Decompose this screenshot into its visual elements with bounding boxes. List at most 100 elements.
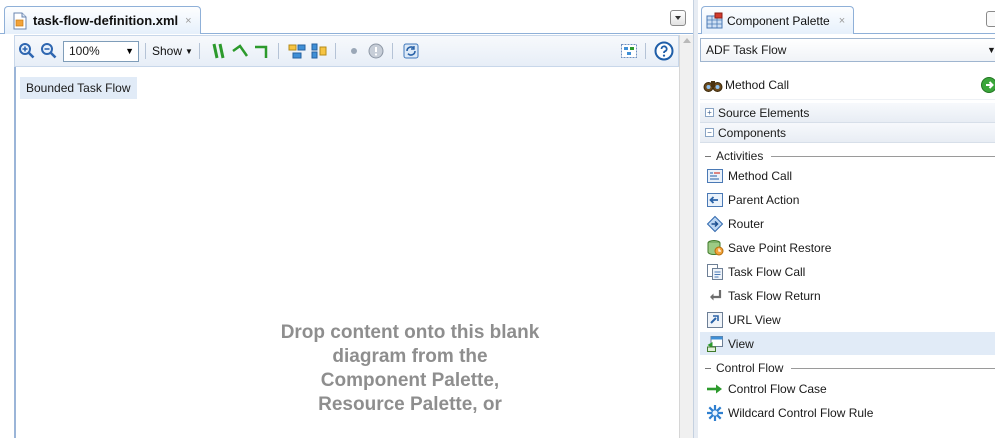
palette-item-task-flow-call[interactable]: Task Flow Call <box>700 260 995 283</box>
zoom-in-button[interactable] <box>17 41 37 61</box>
layout-vertical-button[interactable] <box>208 41 228 61</box>
layout-horizontal-button[interactable] <box>230 41 250 61</box>
url-view-icon <box>707 311 723 328</box>
item-label: Save Point Restore <box>728 240 832 255</box>
drop-hint-line: diagram from the <box>332 346 488 367</box>
toggle-breakpoint-button[interactable] <box>344 41 364 61</box>
section-components[interactable]: − Components <box>700 123 995 143</box>
task-flow-return-icon <box>710 289 722 300</box>
chevron-down-icon: ▼ <box>125 46 134 56</box>
group-dash <box>705 155 711 157</box>
section-source-elements[interactable]: + Source Elements <box>700 103 995 123</box>
scroll-up-icon[interactable] <box>683 38 691 43</box>
wildcard-control-flow-rule-icon <box>707 404 723 421</box>
group-control-flow: Control Flow <box>700 360 995 376</box>
tab-list-button[interactable] <box>670 10 686 26</box>
item-label: Control Flow Case <box>728 381 827 396</box>
item-label: URL View <box>728 312 781 327</box>
chevron-down-icon <box>675 16 681 20</box>
show-menu-button[interactable]: Show ▼ <box>152 44 193 58</box>
toolbar-separator <box>277 43 279 59</box>
chevron-down-icon: ▼ <box>185 46 193 56</box>
refresh-diagram-button[interactable] <box>401 41 421 61</box>
section-label: Components <box>718 125 787 140</box>
palette-item-control-flow-case[interactable]: Control Flow Case <box>700 377 995 400</box>
tab-title: Component Palette <box>727 13 830 28</box>
layout-orthogonal-button[interactable] <box>252 41 272 61</box>
stop-icon <box>368 43 384 59</box>
tab-title: task-flow-definition.xml <box>33 13 179 28</box>
method-call-icon <box>707 168 723 183</box>
align-horizontal-button[interactable] <box>287 41 307 61</box>
parent-action-icon <box>707 192 723 207</box>
drop-hint-line: Component Palette, <box>320 370 500 391</box>
group-rule <box>791 367 995 369</box>
xml-file-icon <box>13 12 27 29</box>
palette-search-value: Method Call <box>725 77 790 92</box>
diagram-vertical-scrollbar[interactable] <box>679 35 693 438</box>
chevron-down-icon: ▼ <box>987 45 995 55</box>
palette-item-parent-action[interactable]: Parent Action <box>700 188 995 211</box>
minimize-panel-button[interactable] <box>986 11 995 27</box>
palette-item-view[interactable]: View <box>700 332 995 355</box>
zoom-out-button[interactable] <box>39 41 59 61</box>
diagram-toolbar: 100% ▼ Show ▼ <box>14 35 679 67</box>
group-label: Activities <box>716 149 764 163</box>
drop-content-hint: Drop content onto this blank diagram fro… <box>210 321 610 417</box>
layout-horizontal-icon <box>232 44 248 57</box>
refresh-icon <box>403 43 419 59</box>
item-label: Router <box>728 216 765 231</box>
palette-item-save-point-restore[interactable]: Save Point Restore <box>700 236 995 259</box>
overview-button[interactable] <box>619 41 639 61</box>
zoom-out-icon <box>41 43 57 59</box>
task-flow-call-icon <box>707 263 723 280</box>
toolbar-separator <box>391 43 393 59</box>
palette-library-select[interactable]: ADF Task Flow ▼ <box>700 38 995 62</box>
overview-icon <box>621 44 637 58</box>
diagram-editor: task-flow-definition.xml × 100% ▼ Show ▼… <box>0 0 693 438</box>
show-menu-label: Show <box>152 44 183 58</box>
group-label: Control Flow <box>716 361 784 375</box>
align-vertical-button[interactable] <box>309 41 329 61</box>
component-palette-icon <box>706 12 723 28</box>
item-label: Wildcard Control Flow Rule <box>728 405 874 420</box>
palette-search-field[interactable]: Method Call <box>700 70 995 100</box>
breakpoint-icon <box>350 48 357 54</box>
layout-orthogonal-icon <box>254 45 268 58</box>
help-button[interactable] <box>654 41 674 61</box>
collapse-icon: − <box>705 128 714 137</box>
tab-task-flow-definition[interactable]: task-flow-definition.xml × <box>4 6 201 34</box>
close-tab-icon[interactable]: × <box>839 15 845 27</box>
toolbar-separator <box>334 43 336 59</box>
save-point-restore-icon <box>707 239 724 255</box>
help-icon <box>654 41 674 61</box>
palette-item-task-flow-return[interactable]: Task Flow Return <box>700 284 995 307</box>
go-search-icon[interactable] <box>981 77 995 93</box>
diagram-left-ruler <box>14 67 16 438</box>
palette-tab-bar: Component Palette × <box>698 0 995 34</box>
group-rule <box>771 155 995 157</box>
tab-component-palette[interactable]: Component Palette × <box>701 6 855 34</box>
palette-item-url-view[interactable]: URL View <box>700 308 995 331</box>
control-flow-case-icon <box>707 384 722 393</box>
item-label: Task Flow Return <box>728 288 821 303</box>
expand-icon: + <box>705 108 714 117</box>
view-icon <box>707 335 723 352</box>
router-icon <box>706 215 724 232</box>
align-horizontal-icon <box>288 44 306 59</box>
zoom-level-select[interactable]: 100% ▼ <box>63 40 139 62</box>
binoculars-icon <box>703 80 723 92</box>
palette-item-router[interactable]: Router <box>700 212 995 235</box>
toolbar-separator <box>645 43 646 59</box>
layout-vertical-icon <box>212 43 225 59</box>
section-label: Source Elements <box>718 105 810 120</box>
item-label: Task Flow Call <box>728 264 806 279</box>
drop-hint-line: Drop content onto this blank <box>280 322 540 343</box>
zoom-level-value: 100% <box>69 44 100 58</box>
disable-breakpoint-button[interactable] <box>366 41 386 61</box>
toolbar-separator <box>198 43 200 59</box>
palette-item-wildcard-control-flow-rule[interactable]: Wildcard Control Flow Rule <box>700 401 995 424</box>
close-tab-icon[interactable]: × <box>185 15 191 27</box>
palette-item-method-call[interactable]: Method Call <box>700 164 995 187</box>
item-label: Parent Action <box>728 192 800 207</box>
